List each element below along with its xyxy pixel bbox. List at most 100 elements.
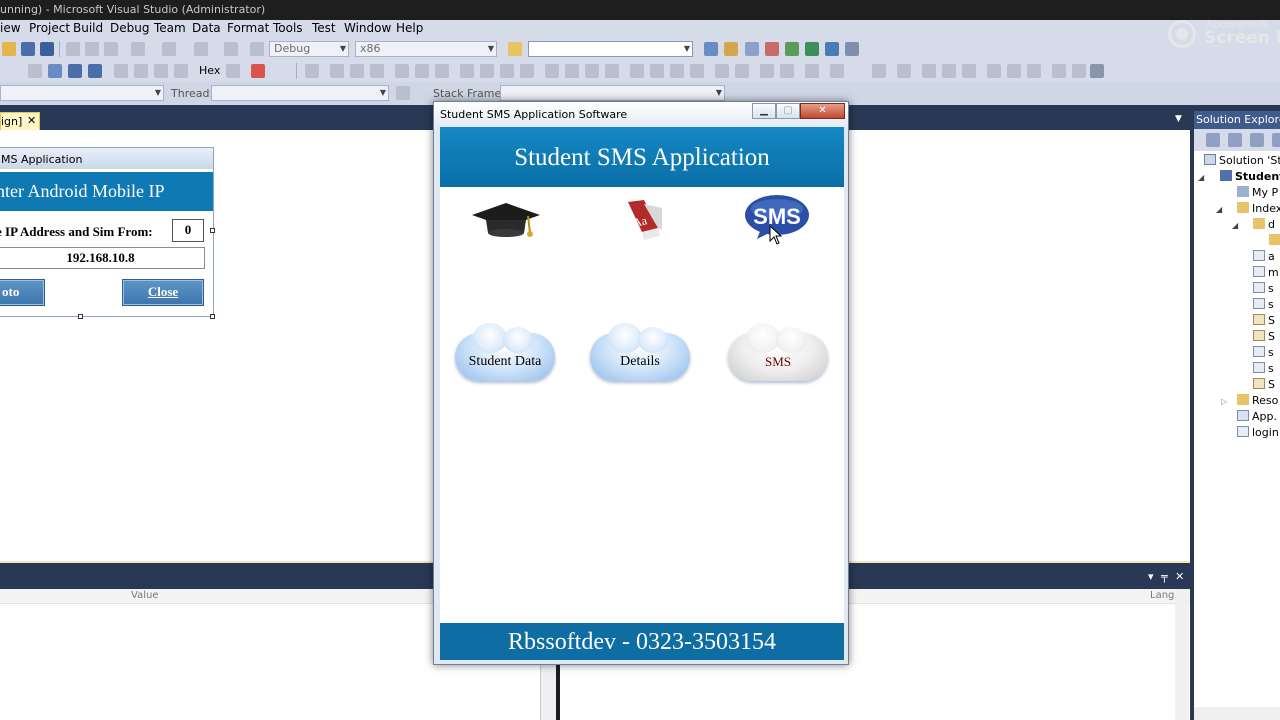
- stack-frame-combo[interactable]: ▼: [500, 85, 725, 101]
- make-same-size-icon[interactable]: [500, 64, 514, 78]
- outdent-icon[interactable]: [1072, 64, 1086, 78]
- toggle-flag-icon[interactable]: [396, 86, 410, 100]
- thread-combo[interactable]: ▼: [211, 85, 389, 101]
- open-folder-icon[interactable]: [2, 42, 16, 56]
- align-rights-icon[interactable]: [370, 64, 384, 78]
- tree-node-app-config[interactable]: App.: [1252, 410, 1277, 423]
- panel-window-controls[interactable]: ▾ ╤ ✕: [1148, 570, 1186, 583]
- menu-help[interactable]: Help: [396, 21, 423, 35]
- lang-column-header[interactable]: Lang: [1150, 590, 1174, 601]
- app-title-bar[interactable]: Student SMS Application Software ▁ ▢ ✕: [434, 102, 848, 127]
- align-left-text-icon[interactable]: [922, 64, 936, 78]
- vertical-spacing-equal-icon[interactable]: [630, 64, 644, 78]
- undo-icon[interactable]: [131, 42, 145, 56]
- view-code-icon[interactable]: [1272, 133, 1280, 147]
- tree-node-solution[interactable]: Solution 'Stu: [1219, 154, 1280, 167]
- menu-build[interactable]: Build: [73, 21, 103, 35]
- bring-to-front-icon[interactable]: [760, 64, 774, 78]
- expand-chevron-icon[interactable]: ◢: [1198, 173, 1204, 182]
- tree-node-file[interactable]: s: [1268, 346, 1274, 359]
- command-window-icon[interactable]: [825, 42, 839, 56]
- size-to-grid-icon[interactable]: [520, 64, 534, 78]
- menu-tools[interactable]: Tools: [273, 21, 303, 35]
- pause-icon[interactable]: [48, 64, 62, 78]
- student-data-button[interactable]: Student Data: [455, 323, 555, 381]
- make-same-width-icon[interactable]: [460, 64, 474, 78]
- send-to-back-icon[interactable]: [780, 64, 794, 78]
- expand-chevron-icon[interactable]: ◢: [1216, 205, 1222, 214]
- navigate-forward-icon[interactable]: [224, 42, 238, 56]
- remove-horizontal-spacing-icon[interactable]: [605, 64, 619, 78]
- cut-icon[interactable]: [66, 42, 80, 56]
- show-threads-icon[interactable]: [226, 64, 240, 78]
- show-next-statement-icon[interactable]: [174, 64, 188, 78]
- tree-node-login[interactable]: login: [1252, 426, 1279, 439]
- menu-data[interactable]: Data: [192, 21, 221, 35]
- process-combo[interactable]: ▼: [0, 85, 164, 101]
- close-icon[interactable]: ✕: [27, 114, 36, 127]
- properties-icon[interactable]: [724, 42, 738, 56]
- find-in-files-icon[interactable]: [508, 42, 522, 56]
- align-to-grid-icon[interactable]: [305, 64, 319, 78]
- horizontal-scrollbar[interactable]: [1194, 707, 1280, 720]
- start-page-icon[interactable]: [785, 42, 799, 56]
- refresh-icon[interactable]: [1250, 133, 1264, 147]
- ip-address-field[interactable]: 192.168.10.8: [0, 247, 205, 269]
- align-right-text-icon[interactable]: [962, 64, 976, 78]
- sim-from-field[interactable]: 0: [172, 219, 204, 242]
- text-layout-icon[interactable]: [897, 64, 911, 78]
- align-bottoms-icon[interactable]: [435, 64, 449, 78]
- resize-handle[interactable]: [78, 314, 83, 319]
- tab-overflow-chevron-icon[interactable]: ▼: [1175, 114, 1182, 124]
- object-browser-icon[interactable]: [745, 42, 759, 56]
- value-column-header[interactable]: Value: [131, 590, 158, 601]
- solution-platform-combo[interactable]: x86 ▼: [355, 41, 497, 57]
- continue-icon[interactable]: [28, 64, 42, 78]
- start-debugging-icon[interactable]: [250, 42, 264, 56]
- function-key-icon[interactable]: [872, 64, 886, 78]
- lock-controls-icon[interactable]: [830, 64, 844, 78]
- designer-login-form[interactable]: MS Application nter Android Mobile IP e …: [0, 147, 214, 317]
- expand-chevron-icon[interactable]: ◢: [1232, 221, 1238, 230]
- navigate-back-icon[interactable]: [194, 42, 208, 56]
- details-button[interactable]: Details: [590, 323, 690, 381]
- tree-node-file[interactable]: s: [1268, 362, 1274, 375]
- maximize-button[interactable]: ▢: [776, 103, 800, 119]
- step-into-icon[interactable]: [114, 64, 128, 78]
- align-middles-icon[interactable]: [415, 64, 429, 78]
- menu-project[interactable]: Project: [29, 21, 70, 35]
- find-combo[interactable]: ▼: [528, 41, 693, 57]
- solution-explorer-icon[interactable]: [704, 42, 718, 56]
- resize-handle[interactable]: [210, 314, 215, 319]
- tree-node-my-project[interactable]: My P: [1252, 186, 1278, 199]
- toolbar-options-icon[interactable]: [845, 42, 859, 56]
- extension-manager-icon[interactable]: [805, 42, 819, 56]
- tree-node-file[interactable]: S: [1268, 314, 1275, 327]
- tree-node-project[interactable]: Student: [1235, 170, 1280, 183]
- goto-button[interactable]: oto: [0, 279, 45, 306]
- increase-horizontal-spacing-icon[interactable]: [565, 64, 579, 78]
- tab-order-icon[interactable]: [805, 64, 819, 78]
- resize-handle[interactable]: [210, 228, 215, 233]
- tree-node-index-folder[interactable]: Index: [1252, 202, 1280, 215]
- properties-icon[interactable]: [1206, 133, 1220, 147]
- menu-debug[interactable]: Debug: [110, 21, 149, 35]
- toolbox-icon[interactable]: [765, 42, 779, 56]
- copy-icon[interactable]: [85, 42, 99, 56]
- tree-node-subfolder[interactable]: d: [1268, 218, 1275, 231]
- breakpoints-icon[interactable]: [251, 64, 265, 78]
- horizontal-spacing-equal-icon[interactable]: [545, 64, 559, 78]
- align-bottom-text-icon[interactable]: [1027, 64, 1041, 78]
- stop-icon[interactable]: [68, 64, 82, 78]
- tree-node-file[interactable]: s: [1268, 282, 1274, 295]
- tree-node-file[interactable]: m: [1268, 266, 1279, 279]
- tree-node-file[interactable]: s: [1268, 298, 1274, 311]
- show-all-files-icon[interactable]: [1228, 133, 1242, 147]
- align-middle-text-icon[interactable]: [1007, 64, 1021, 78]
- make-same-height-icon[interactable]: [480, 64, 494, 78]
- align-lefts-icon[interactable]: [330, 64, 344, 78]
- align-center-text-icon[interactable]: [942, 64, 956, 78]
- tree-node-file[interactable]: S: [1268, 378, 1275, 391]
- hex-toggle[interactable]: Hex: [199, 64, 220, 77]
- step-out-icon[interactable]: [154, 64, 168, 78]
